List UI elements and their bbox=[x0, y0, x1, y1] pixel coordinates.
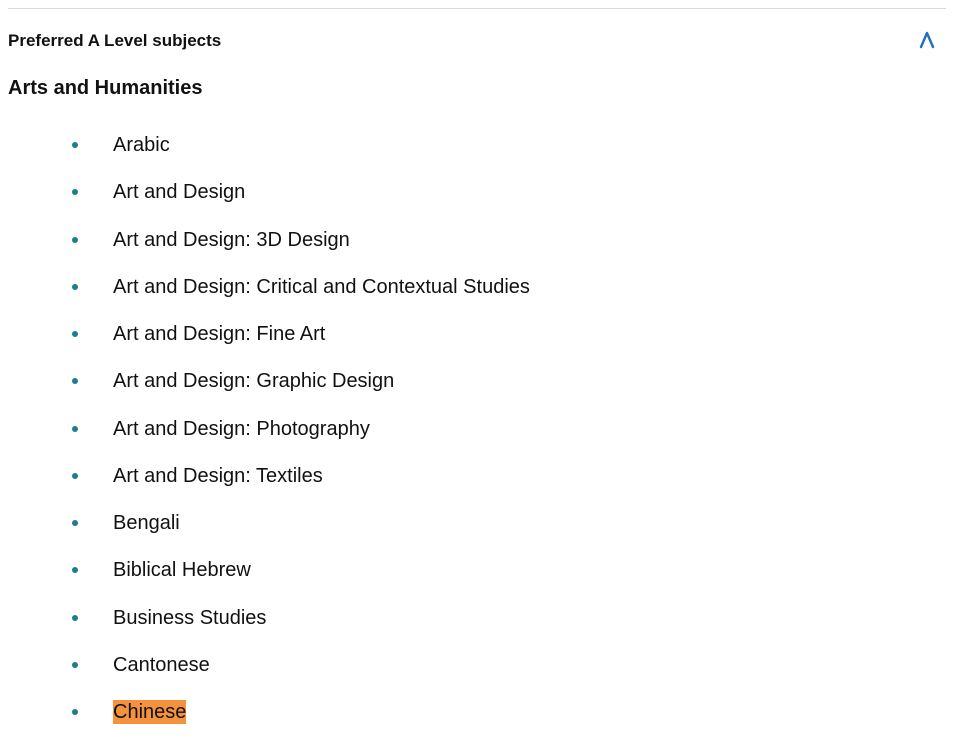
subject-label: Art and Design: Graphic Design bbox=[113, 370, 395, 393]
bullet-icon bbox=[72, 331, 78, 337]
bullet-icon bbox=[72, 520, 78, 526]
list-item: Cantonese bbox=[0, 646, 974, 693]
bullet-icon bbox=[72, 614, 78, 621]
subject-label: Chinese bbox=[113, 700, 187, 724]
subject-label: Art and Design: Fine Art bbox=[113, 323, 326, 345]
subject-label: Art and Design: 3D Design bbox=[113, 228, 350, 251]
chevron-up-icon[interactable] bbox=[918, 28, 936, 52]
accordion-header-preferred-subjects[interactable]: Preferred A Level subjects bbox=[8, 30, 946, 54]
bullet-icon bbox=[72, 567, 78, 574]
subject-label: Biblical Hebrew bbox=[113, 559, 251, 582]
list-item: Arabic bbox=[0, 126, 974, 173]
list-item: Art and Design: Graphic Design bbox=[0, 362, 974, 409]
list-item: Business Studies bbox=[0, 599, 974, 646]
subject-label: Business Studies bbox=[113, 606, 267, 629]
list-item: Art and Design: Fine Art bbox=[0, 315, 974, 362]
bullet-icon bbox=[72, 142, 78, 148]
bullet-icon bbox=[72, 709, 78, 715]
subject-label: Cantonese bbox=[113, 653, 210, 676]
subject-label: Bengali bbox=[113, 512, 180, 534]
top-divider bbox=[8, 8, 946, 9]
bullet-icon bbox=[72, 189, 78, 196]
subject-label: Arabic bbox=[113, 134, 170, 156]
list-item: Art and Design: Textiles bbox=[0, 457, 974, 504]
subject-label: Art and Design: Photography bbox=[113, 417, 370, 440]
bullet-icon bbox=[72, 236, 78, 243]
list-item: Art and Design bbox=[0, 173, 974, 220]
subject-label: Art and Design bbox=[113, 181, 246, 204]
section-heading: Arts and Humanities bbox=[8, 77, 203, 99]
list-item: Art and Design: Photography bbox=[0, 410, 974, 457]
bullet-icon bbox=[72, 472, 78, 479]
list-item: Art and Design: Critical and Contextual … bbox=[0, 268, 974, 315]
accordion-title: Preferred A Level subjects bbox=[8, 31, 222, 50]
bullet-icon bbox=[72, 661, 78, 668]
list-item: Biblical Hebrew bbox=[0, 551, 974, 598]
list-item: Art and Design: 3D Design bbox=[0, 221, 974, 268]
bullet-icon bbox=[72, 378, 78, 385]
list-item: Bengali bbox=[0, 504, 974, 551]
subject-list: Arabic Art and Design Art and Design: 3D D… bbox=[0, 126, 974, 740]
subject-label: Art and Design: Textiles bbox=[113, 464, 323, 487]
list-item: Chinese bbox=[0, 693, 974, 740]
subject-label: Art and Design: Critical and Contextual … bbox=[113, 275, 530, 298]
bullet-icon bbox=[72, 283, 78, 290]
bullet-icon bbox=[72, 425, 78, 432]
